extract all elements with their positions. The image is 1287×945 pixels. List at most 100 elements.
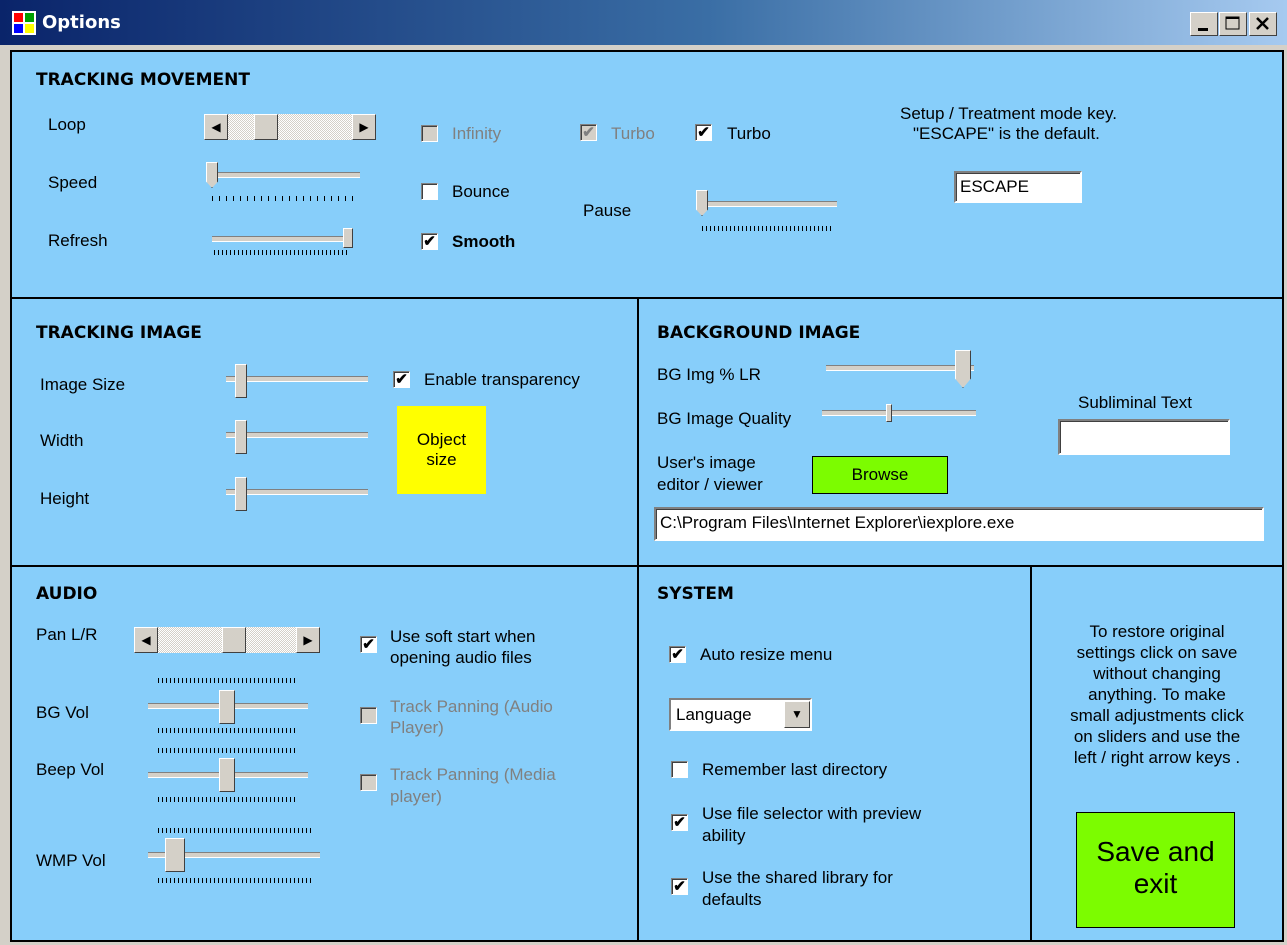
mode-key-hint-line1: Setup / Treatment mode key. (900, 104, 1118, 123)
bg-quality-slider-thumb[interactable] (886, 404, 892, 422)
wmp-vol-slider-thumb[interactable] (165, 838, 185, 872)
instruction-line: anything. To make (1088, 685, 1226, 704)
height-slider-track[interactable] (226, 489, 368, 495)
width-slider-track[interactable] (226, 432, 368, 438)
window-title: Options (42, 12, 121, 33)
system-heading: SYSTEM (657, 584, 734, 604)
refresh-label: Refresh (48, 231, 108, 250)
remember-dir-label: Remember last directory (702, 760, 888, 779)
loop-scroll-thumb[interactable] (254, 114, 278, 140)
bg-vol-slider-thumb[interactable] (219, 690, 235, 724)
shared-lib-checkbox[interactable]: ✔ (671, 878, 688, 895)
remember-dir-checkbox[interactable] (671, 761, 688, 778)
checkmark-icon: ✔ (697, 124, 710, 141)
object-size-line2: size (426, 450, 457, 469)
beep-vol-slider-thumb[interactable] (219, 758, 235, 792)
bg-vol-ticks-top (158, 678, 298, 683)
language-select-value: Language (676, 705, 752, 724)
scroll-left-button[interactable]: ◀ (204, 114, 228, 140)
bg-quality-slider-track[interactable] (822, 410, 976, 416)
soft-start-checkbox[interactable]: ✔ (360, 636, 377, 653)
checkmark-icon: ✔ (673, 878, 686, 895)
scroll-right-button[interactable]: ▶ (296, 627, 320, 653)
refresh-slider-track[interactable] (212, 236, 352, 242)
title-bar[interactable]: Options (0, 0, 1287, 45)
pan-scroll-thumb[interactable] (222, 627, 246, 653)
turbo-checkbox[interactable]: ✔ (695, 124, 712, 141)
soft-start-label-line1: Use soft start when (390, 627, 536, 646)
file-selector-label-line1: Use file selector with preview (702, 804, 922, 823)
tracking-movement-heading: TRACKING MOVEMENT (36, 70, 250, 90)
arrow-right-icon: ▶ (303, 633, 313, 647)
editor-label-line1: User's image (657, 453, 756, 472)
pause-label: Pause (583, 201, 632, 220)
divider (1030, 565, 1032, 942)
image-size-label: Image Size (40, 375, 126, 394)
width-label: Width (40, 431, 84, 450)
refresh-slider-ticks (214, 250, 350, 255)
file-selector-label-line2: ability (702, 826, 746, 845)
maximize-button[interactable] (1219, 12, 1247, 36)
shared-lib-label-line1: Use the shared library for (702, 868, 893, 887)
width-slider-thumb[interactable] (235, 420, 247, 454)
bg-quality-label: BG Image Quality (657, 409, 792, 428)
transparency-checkbox[interactable]: ✔ (393, 371, 410, 388)
instruction-line: left / right arrow keys . (1073, 748, 1241, 767)
dropdown-button[interactable]: ▼ (784, 701, 810, 728)
beep-vol-label: Beep Vol (36, 760, 105, 779)
subliminal-label: Subliminal Text (1078, 393, 1193, 412)
track-panning-audio-checkbox[interactable] (360, 707, 377, 724)
checkmark-icon: ✔ (423, 233, 436, 250)
bg-vol-label: BG Vol (36, 703, 89, 722)
mode-key-input[interactable]: ESCAPE (954, 171, 1082, 203)
checkmark-icon: ✔ (362, 636, 375, 653)
height-slider-thumb[interactable] (235, 477, 247, 511)
editor-path-input[interactable]: C:\Program Files\Internet Explorer\iexpl… (654, 507, 1264, 541)
browse-button[interactable]: Browse (812, 456, 948, 494)
scroll-right-button[interactable]: ▶ (352, 114, 376, 140)
save-label-line2: exit (1133, 868, 1178, 899)
wmp-vol-ticks-top (158, 828, 313, 833)
close-icon (1256, 17, 1269, 30)
loop-scrollbar[interactable] (204, 114, 376, 140)
turbo-label: Turbo (727, 124, 771, 143)
language-select[interactable]: Language ▼ (669, 698, 812, 731)
instruction-line: on sliders and use the (1073, 727, 1241, 746)
instruction-line: settings click on save (1076, 643, 1238, 662)
track-panning-audio-line2: Player) (390, 718, 444, 737)
file-selector-checkbox[interactable]: ✔ (671, 814, 688, 831)
bg-lr-label: BG Img % LR (657, 365, 761, 384)
auto-resize-checkbox[interactable]: ✔ (669, 646, 686, 663)
wmp-vol-ticks-bottom (158, 878, 313, 883)
app-icon (12, 11, 36, 35)
speed-slider-ticks (212, 196, 357, 201)
speed-label: Speed (48, 173, 98, 192)
bg-lr-slider-track[interactable] (826, 365, 974, 371)
save-and-exit-button[interactable]: Save and exit (1076, 812, 1235, 928)
checkmark-icon: ✔ (582, 124, 595, 141)
shared-lib-label-line2: defaults (702, 890, 762, 909)
turbo-disabled-checkbox[interactable]: ✔ (580, 124, 597, 141)
track-panning-media-checkbox[interactable] (360, 774, 377, 791)
soft-start-label-line2: opening audio files (390, 648, 532, 667)
audio-heading: AUDIO (36, 584, 98, 604)
height-label: Height (40, 489, 90, 508)
subliminal-input[interactable] (1058, 419, 1230, 455)
smooth-checkbox[interactable]: ✔ (421, 233, 438, 250)
track-panning-audio-line1: Track Panning (Audio (390, 697, 553, 716)
arrow-left-icon: ◀ (211, 120, 221, 134)
infinity-checkbox[interactable] (421, 125, 438, 142)
image-size-slider-track[interactable] (226, 376, 368, 382)
infinity-label: Infinity (452, 124, 502, 143)
pause-slider-track[interactable] (697, 201, 837, 207)
refresh-slider-thumb[interactable] (343, 228, 353, 248)
instruction-line: small adjustments click (1070, 706, 1244, 725)
bounce-label: Bounce (452, 182, 510, 201)
minimize-button[interactable] (1190, 12, 1218, 36)
smooth-label: Smooth (452, 232, 516, 251)
speed-slider-track[interactable] (208, 172, 360, 178)
bounce-checkbox[interactable] (421, 183, 438, 200)
scroll-left-button[interactable]: ◀ (134, 627, 158, 653)
image-size-slider-thumb[interactable] (235, 364, 247, 398)
close-button[interactable] (1249, 12, 1277, 36)
